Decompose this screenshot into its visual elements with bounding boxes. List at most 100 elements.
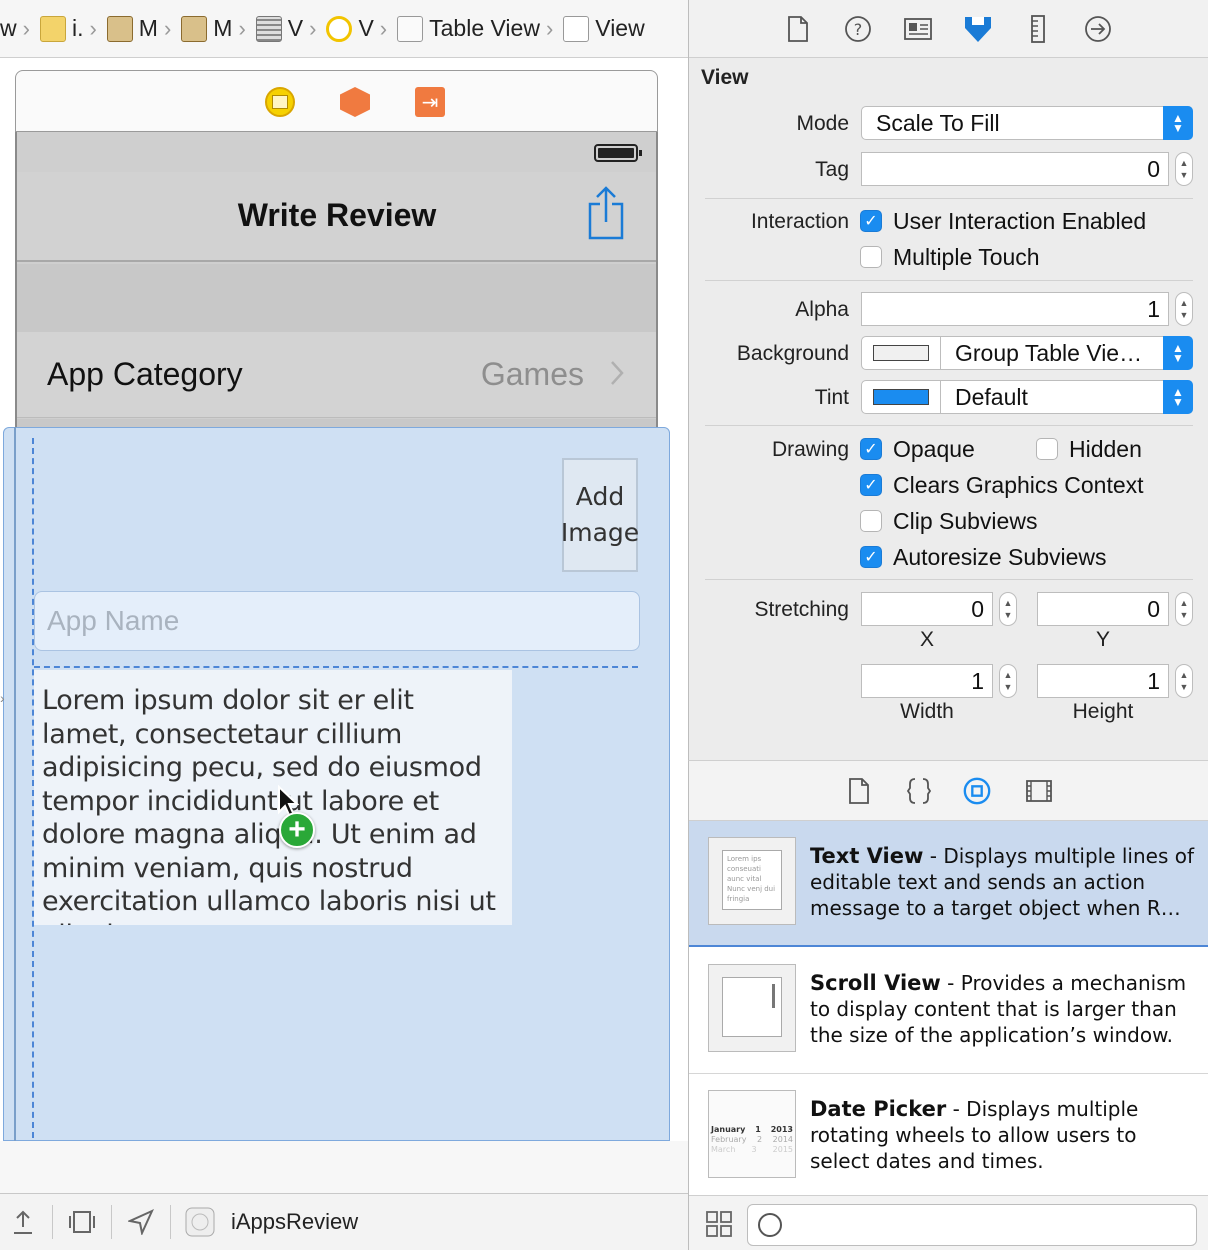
attributes-inspector-icon[interactable]	[961, 12, 995, 46]
library-item-title: Date Picker	[810, 1097, 947, 1121]
share-icon[interactable]	[586, 186, 626, 240]
jump-bar-crumb[interactable]: V ›	[255, 15, 323, 42]
code-snippet-icon[interactable]	[904, 775, 934, 807]
user-interaction-checkbox[interactable]: ✓	[860, 210, 882, 232]
inspector-tab-bar: ?	[689, 0, 1208, 58]
filter-icon	[758, 1213, 782, 1237]
location-icon[interactable]	[118, 1199, 164, 1245]
picker-text: 2015	[772, 1145, 793, 1154]
navigation-bar[interactable]: Write Review	[17, 172, 656, 262]
autoresize-subviews-checkbox[interactable]: ✓	[860, 546, 882, 568]
first-responder-icon[interactable]	[340, 87, 370, 117]
battery-icon	[594, 144, 642, 162]
connections-inspector-icon[interactable]	[1081, 12, 1115, 46]
grid-view-icon[interactable]	[705, 1210, 733, 1238]
stretch-height-label: Height	[1072, 700, 1134, 723]
jump-bar-crumb[interactable]: Table View ›	[397, 15, 559, 42]
multiple-touch-checkbox[interactable]	[860, 246, 882, 268]
device-orientation-icon[interactable]	[59, 1199, 105, 1245]
stretch-width-field[interactable]: 1	[861, 664, 993, 698]
tag-stepper[interactable]: ▲ ▼	[1175, 152, 1193, 186]
clip-subviews-label: Clip Subviews	[893, 508, 1038, 534]
review-text-view[interactable]: Lorem ipsum dolor sit er elit lamet, con…	[34, 670, 512, 925]
alpha-stepper[interactable]: ▲ ▼	[1175, 292, 1193, 326]
stretch-x-field[interactable]: 0	[861, 592, 993, 626]
app-name-field[interactable]: App Name	[34, 591, 640, 651]
file-inspector-icon[interactable]	[781, 12, 815, 46]
interaction-label: Interaction	[750, 210, 849, 233]
library-item-scroll-view[interactable]: Scroll View - Provides a mechanism to di…	[689, 948, 1208, 1074]
alpha-field[interactable]: 1	[861, 292, 1169, 326]
view-controller-icon[interactable]	[265, 87, 295, 117]
tag-field[interactable]: 0	[861, 152, 1169, 186]
library-item-title: Text View	[810, 844, 924, 868]
library-item-text-view[interactable]: Lorem ips conseuati aunc vital Nunc venj…	[689, 821, 1208, 947]
stretch-y-field[interactable]: 0	[1037, 592, 1169, 626]
crumb-label: V	[287, 15, 304, 41]
view-icon	[563, 15, 590, 42]
exit-icon[interactable]	[415, 87, 445, 117]
app-category-cell[interactable]: App Category Games	[17, 332, 656, 418]
quick-help-icon[interactable]: ?	[841, 12, 875, 46]
inspector-section-title: View	[701, 66, 749, 89]
opaque-checkbox[interactable]: ✓	[860, 438, 882, 460]
background-popup[interactable]: Group Table Vie… ▲ ▼	[940, 336, 1193, 370]
library-item-date-picker[interactable]: January 1 2013 February 2 2014 March 3 2015 Da…	[689, 1074, 1208, 1200]
picker-text: 2014	[772, 1135, 793, 1144]
stretch-width-stepper[interactable]: ▲ ▼	[999, 664, 1017, 698]
clip-subviews-checkbox[interactable]	[860, 510, 882, 532]
add-image-button[interactable]: Add Image	[561, 458, 639, 572]
cell-border	[14, 427, 16, 1141]
mode-value: Scale To Fill	[876, 110, 1000, 136]
clears-graphics-checkbox[interactable]: ✓	[860, 474, 882, 496]
upload-icon[interactable]	[0, 1199, 46, 1245]
divider	[705, 280, 1193, 281]
size-inspector-icon[interactable]	[1021, 12, 1055, 46]
text-view-thumbnail: Lorem ips conseuati aunc vital Nunc venj…	[708, 837, 796, 925]
chevron-right-icon: ›	[163, 15, 172, 41]
chevron-right-icon: ›	[379, 15, 388, 41]
mode-popup[interactable]: Scale To Fill ▲ ▼	[861, 106, 1193, 140]
date-picker-preview: January 1 2013 February 2 2014 March 3 2015	[711, 1125, 793, 1155]
jump-bar-crumb[interactable]: M ›	[181, 15, 252, 42]
category-label: App Category	[47, 356, 243, 392]
jump-bar-crumb[interactable]: M ›	[106, 15, 178, 42]
stretching-label: Stretching	[754, 598, 849, 621]
stretch-height-field[interactable]: 1	[1037, 664, 1169, 698]
page-title: Write Review	[237, 197, 437, 233]
identity-inspector-icon[interactable]	[901, 12, 935, 46]
file-template-icon[interactable]	[844, 775, 874, 807]
jump-bar-crumb[interactable]: View	[563, 15, 645, 42]
media-library-icon[interactable]	[1024, 775, 1054, 807]
storyboard-canvas[interactable]: w› i.› M› M› V› V› Table View› View Writ…	[0, 0, 688, 1250]
stretch-y-stepper[interactable]: ▲ ▼	[1175, 592, 1193, 626]
scheme-label[interactable]: iAppsReview	[231, 1209, 358, 1235]
stretch-height-stepper[interactable]: ▲ ▼	[1175, 664, 1193, 698]
library-item-title: Scroll View	[810, 971, 941, 995]
toolbar-divider	[52, 1205, 53, 1239]
resize-handle-icon[interactable]: ›	[0, 690, 12, 714]
drawing-label: Drawing	[771, 438, 849, 461]
disclosure-chevron-icon	[611, 361, 624, 385]
mode-label: Mode	[796, 112, 849, 135]
jump-bar-crumb[interactable]: V ›	[326, 15, 393, 42]
scene-icon	[255, 15, 282, 42]
toolbar-divider	[170, 1205, 171, 1239]
object-library-icon[interactable]	[962, 775, 992, 807]
jump-bar-crumb[interactable]: i. ›	[39, 15, 103, 42]
stretch-x-stepper[interactable]: ▲ ▼	[999, 592, 1017, 626]
hidden-checkbox[interactable]	[1036, 438, 1058, 460]
status-bar	[17, 132, 656, 172]
stretch-x-label: X	[919, 628, 934, 651]
background-color-well[interactable]	[861, 336, 941, 370]
object-library: Lorem ips conseuati aunc vital Nunc venj…	[688, 760, 1208, 1250]
popup-arrows-icon: ▲ ▼	[1163, 336, 1193, 370]
svg-text:?: ?	[854, 20, 863, 39]
add-image-label: Add	[575, 482, 625, 511]
picker-text: January	[711, 1125, 746, 1134]
hidden-label: Hidden	[1069, 436, 1142, 462]
tint-color-well[interactable]	[861, 380, 941, 414]
tint-popup[interactable]: Default ▲ ▼	[940, 380, 1193, 414]
jump-bar-crumb[interactable]: w ›	[0, 15, 36, 42]
library-search-field[interactable]	[747, 1204, 1197, 1246]
